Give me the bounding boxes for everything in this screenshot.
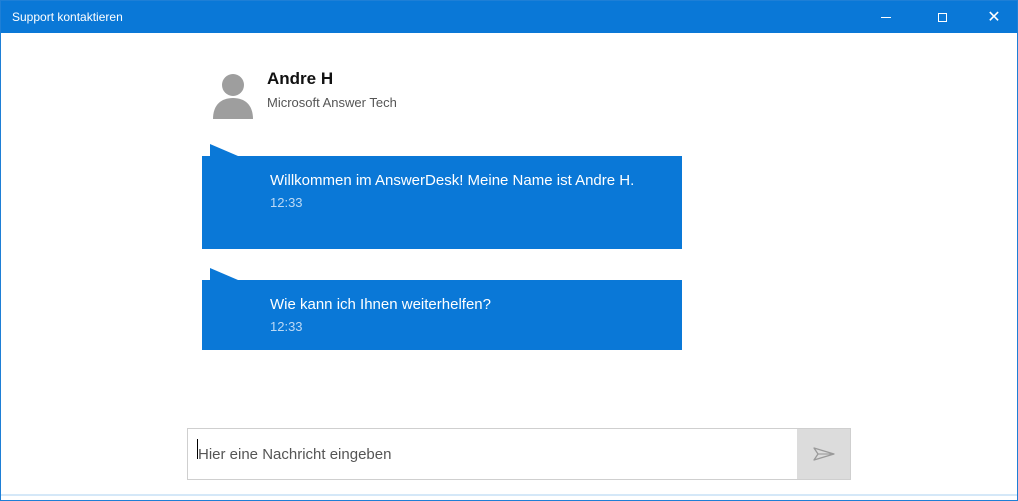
message-composer bbox=[187, 428, 851, 480]
agent-name: Andre H bbox=[267, 69, 334, 88]
title-bar[interactable]: Support kontaktieren ✕ bbox=[1, 1, 1017, 33]
chat-message: Wie kann ich Ihnen weiterhelfen? 12:33 bbox=[202, 268, 682, 350]
minimize-icon bbox=[881, 16, 891, 18]
bottom-divider bbox=[1, 494, 1017, 496]
message-text: Willkommen im AnswerDesk! Meine Name ist… bbox=[270, 172, 635, 189]
message-time: 12:33 bbox=[270, 195, 303, 210]
close-icon: ✕ bbox=[987, 7, 1001, 26]
send-button[interactable] bbox=[797, 429, 850, 479]
person-silhouette-icon bbox=[213, 74, 253, 119]
text-caret bbox=[197, 439, 198, 459]
agent-role: Microsoft Answer Tech bbox=[267, 95, 397, 110]
send-arrow-icon bbox=[812, 447, 835, 461]
chat-message: Willkommen im AnswerDesk! Meine Name ist… bbox=[202, 144, 682, 249]
message-time: 12:33 bbox=[270, 319, 303, 334]
maximize-icon bbox=[937, 12, 947, 22]
support-chat-window: Support kontaktieren ✕ Andre H Microsoft… bbox=[0, 0, 1018, 501]
window-title: Support kontaktieren bbox=[12, 10, 123, 24]
message-text: Wie kann ich Ihnen weiterhelfen? bbox=[270, 296, 491, 313]
close-button[interactable]: ✕ bbox=[971, 1, 1017, 33]
minimize-button[interactable] bbox=[863, 1, 909, 33]
message-input[interactable] bbox=[188, 429, 798, 479]
maximize-button[interactable] bbox=[919, 1, 965, 33]
